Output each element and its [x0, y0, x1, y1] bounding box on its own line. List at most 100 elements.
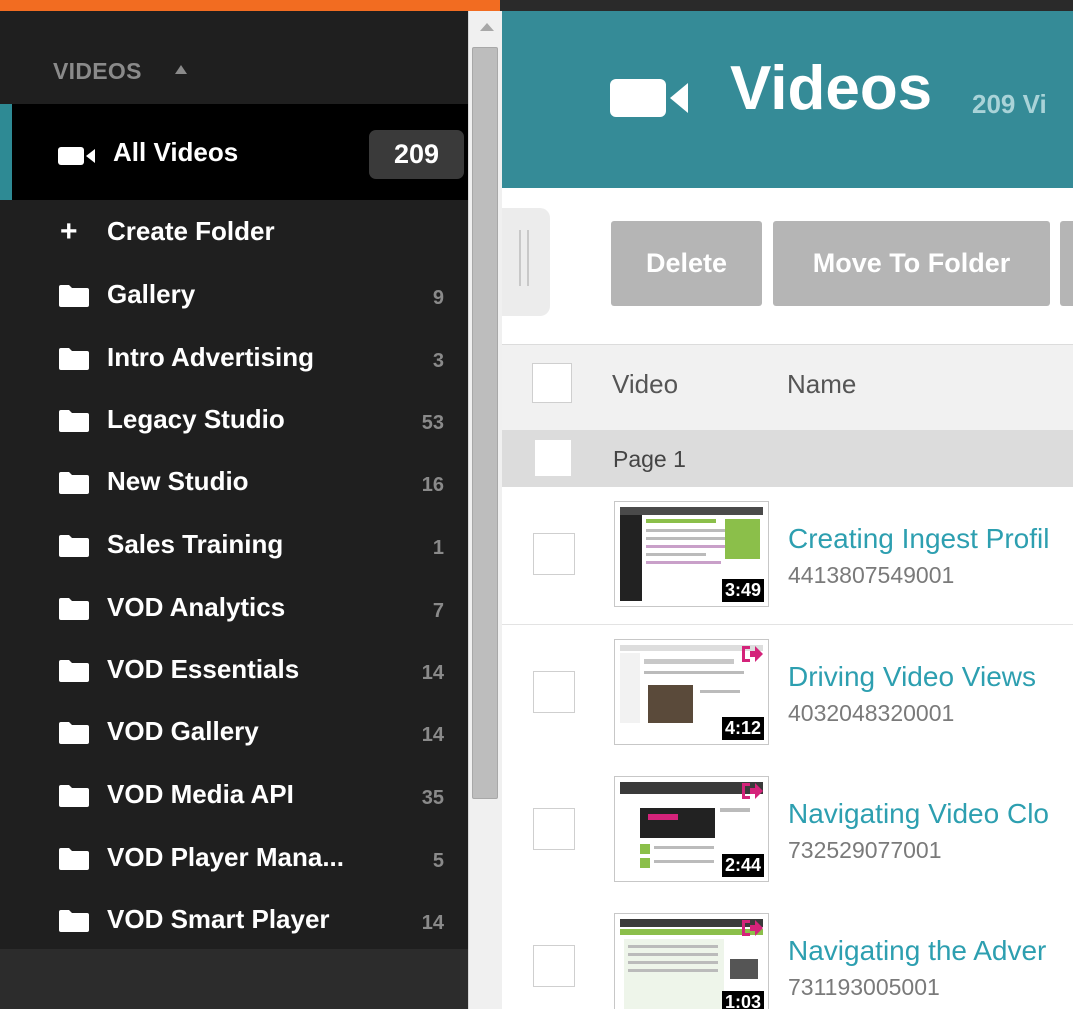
toolbar-drag-handle[interactable]	[502, 208, 550, 316]
folder-icon	[59, 348, 89, 370]
select-page-checkbox[interactable]	[534, 439, 572, 477]
sidebar-folder-item[interactable]: Intro Advertising 3	[0, 336, 468, 380]
sidebar-folder-item[interactable]: Gallery 9	[0, 273, 468, 317]
select-all-checkbox[interactable]	[532, 363, 572, 403]
folder-icon	[59, 848, 89, 870]
video-thumbnail[interactable]: 2:44	[614, 776, 769, 882]
top-accent-bar	[0, 0, 500, 11]
row-checkbox[interactable]	[533, 945, 575, 987]
grip-line	[519, 230, 521, 286]
folder-icon	[59, 598, 89, 620]
table-row[interactable]: 1:03 Navigating the Adver 731193005001	[502, 899, 1073, 1009]
folder-label: VOD Analytics	[107, 592, 286, 622]
video-id: 4413807549001	[788, 562, 955, 588]
create-folder-button[interactable]: + Create Folder	[0, 212, 468, 252]
column-header-video[interactable]: Video	[612, 369, 678, 400]
caret-up-icon[interactable]	[175, 65, 187, 74]
video-duration: 3:49	[721, 579, 764, 602]
sidebar-folder-item[interactable]: VOD Player Mana... 5	[0, 836, 468, 880]
folder-label: Legacy Studio	[107, 404, 285, 434]
sidebar-item-label: All Videos	[113, 137, 239, 167]
folder-count: 1	[432, 537, 444, 559]
grip-line	[527, 230, 529, 286]
folder-icon	[59, 410, 89, 432]
page-title: Videos	[730, 54, 933, 123]
folder-icon	[59, 660, 89, 682]
folder-icon	[59, 722, 89, 744]
scroll-up-arrow-icon[interactable]	[480, 23, 494, 31]
sidebar-footer	[0, 949, 468, 1009]
table-row[interactable]: 3:49 Creating Ingest Profil 4413807549001	[502, 487, 1073, 625]
video-camera-icon	[58, 147, 95, 165]
sidebar-folder-item[interactable]: Sales Training 1	[0, 523, 468, 567]
sidebar-folder-item[interactable]: Legacy Studio 53	[0, 398, 468, 442]
sidebar-folder-item[interactable]: VOD Analytics 7	[0, 586, 468, 630]
page-label: Page 1	[613, 446, 686, 472]
folder-count: 14	[421, 662, 444, 684]
table-header: Video Name	[502, 344, 1073, 430]
video-count: 209 Vi	[972, 89, 1047, 119]
scrollbar-thumb[interactable]	[472, 47, 498, 799]
row-checkbox[interactable]	[533, 671, 575, 713]
folder-label: Gallery	[107, 279, 196, 309]
folder-label: VOD Gallery	[107, 716, 259, 746]
top-bar	[500, 0, 1073, 11]
share-arrow-icon	[742, 646, 763, 662]
folder-icon	[59, 910, 89, 932]
share-arrow-icon	[742, 920, 763, 936]
row-checkbox[interactable]	[533, 533, 575, 575]
move-to-folder-button[interactable]: Move To Folder	[773, 221, 1050, 306]
video-duration: 4:12	[721, 717, 764, 740]
row-checkbox[interactable]	[533, 808, 575, 850]
folder-icon	[59, 535, 89, 557]
folder-count: 5	[432, 850, 444, 872]
active-indicator	[0, 104, 12, 200]
folder-count: 16	[421, 474, 444, 496]
video-duration: 1:03	[721, 991, 764, 1009]
sidebar-folder-item[interactable]: VOD Essentials 14	[0, 648, 468, 692]
video-duration: 2:44	[721, 854, 764, 877]
folder-icon	[59, 785, 89, 807]
folder-count: 35	[421, 787, 444, 809]
section-header-videos[interactable]: VIDEOS	[53, 58, 142, 85]
folder-count: 7	[432, 600, 444, 622]
folder-count: 3	[432, 350, 444, 372]
folder-label: VOD Player Mana...	[107, 842, 344, 872]
plus-icon: +	[60, 215, 78, 248]
video-name-link[interactable]: Creating Ingest Profil	[788, 523, 1049, 555]
count-badge: 209	[369, 130, 464, 179]
folder-count: 14	[421, 724, 444, 746]
toolbar-next-button[interactable]	[1060, 221, 1073, 306]
video-camera-icon	[610, 79, 688, 117]
delete-button[interactable]: Delete	[611, 221, 762, 306]
video-name-link[interactable]: Navigating the Adver	[788, 935, 1046, 967]
folder-count: 53	[421, 412, 444, 434]
folder-label: Sales Training	[107, 529, 284, 559]
video-thumbnail[interactable]: 3:49	[614, 501, 769, 607]
sidebar-scrollbar[interactable]	[468, 11, 502, 1009]
folder-count: 9	[432, 287, 444, 309]
page-group-row: Page 1	[502, 430, 1073, 487]
folder-label: VOD Smart Player	[107, 904, 330, 934]
folder-icon	[59, 285, 89, 307]
video-thumbnail[interactable]: 4:12	[614, 639, 769, 745]
video-name-link[interactable]: Navigating Video Clo	[788, 798, 1049, 830]
video-name-link[interactable]: Driving Video Views	[788, 661, 1036, 693]
column-header-name[interactable]: Name	[787, 369, 856, 400]
video-thumbnail[interactable]: 1:03	[614, 913, 769, 1009]
table-row[interactable]: 4:12 Driving Video Views 4032048320001	[502, 625, 1073, 763]
sidebar-folder-item[interactable]: VOD Gallery 14	[0, 710, 468, 754]
create-folder-label: Create Folder	[107, 216, 275, 246]
main-panel: Videos 209 Vi Delete Move To Folder Vide…	[502, 11, 1073, 1009]
folder-label: VOD Essentials	[107, 654, 300, 684]
video-id: 732529077001	[788, 837, 942, 863]
folder-label: Intro Advertising	[107, 342, 315, 372]
video-id: 731193005001	[788, 974, 940, 1000]
folder-label: VOD Media API	[107, 779, 294, 809]
sidebar-folder-item[interactable]: VOD Media API 35	[0, 773, 468, 817]
sidebar-folder-item[interactable]: VOD Smart Player 14	[0, 898, 468, 942]
table-row[interactable]: 2:44 Navigating Video Clo 732529077001	[502, 762, 1073, 900]
sidebar-folder-item[interactable]: New Studio 16	[0, 460, 468, 504]
folder-label: New Studio	[107, 466, 249, 496]
sidebar-item-all-videos[interactable]: All Videos 209	[0, 104, 468, 200]
